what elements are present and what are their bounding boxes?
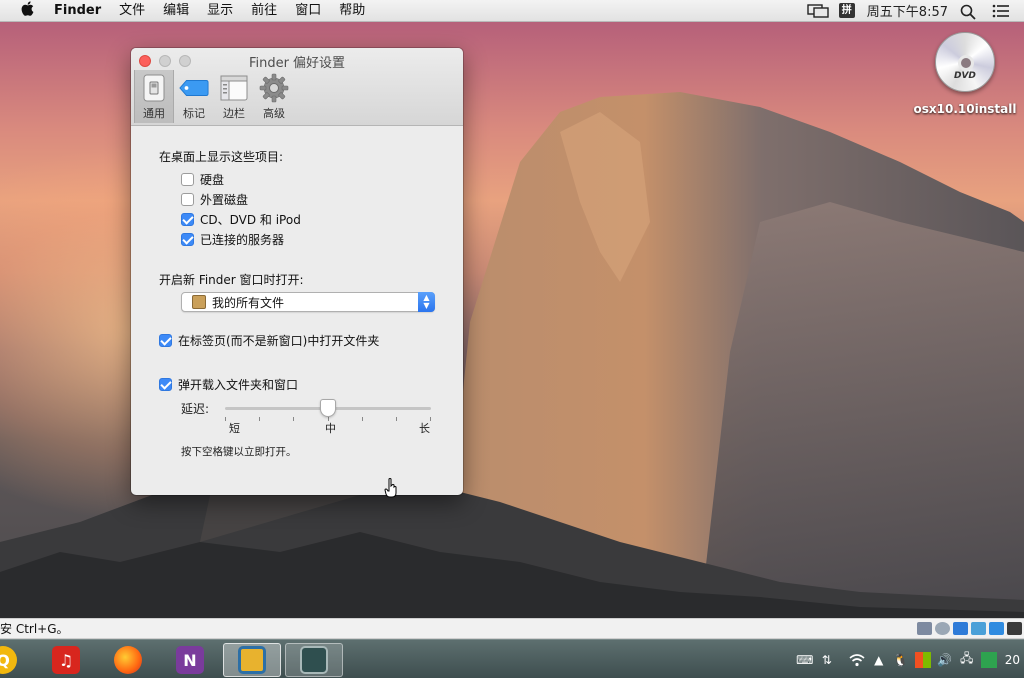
- onenote-button[interactable]: N: [161, 643, 219, 677]
- new-window-value: 我的所有文件: [212, 295, 285, 310]
- open-in-tabs-checkbox[interactable]: [159, 333, 172, 347]
- menu-finder[interactable]: Finder: [52, 0, 110, 22]
- show-hidden-icons-icon[interactable]: ▲: [871, 652, 887, 668]
- slider-short-label: 短: [229, 422, 240, 435]
- input-method-icon[interactable]: 拼: [838, 3, 855, 18]
- preferences-content: 在桌面上显示这些项目: 硬盘 外置磁盘 CD、DVD 和 iPod 已连接的服务…: [131, 126, 463, 494]
- display-mirror-icon[interactable]: [807, 3, 829, 18]
- tab-general[interactable]: 通用: [134, 70, 174, 123]
- connected-servers-label: 已连接的服务器: [200, 232, 285, 247]
- vmware-button[interactable]: [223, 643, 281, 677]
- netease-music-icon: ♫: [52, 646, 80, 674]
- external-disks-label: 外置磁盘: [200, 192, 249, 207]
- input-switch-icon[interactable]: ⇅: [819, 652, 835, 668]
- firefox-button[interactable]: [99, 643, 157, 677]
- terminal-icon: [300, 646, 328, 674]
- hand-cursor-icon: [384, 478, 397, 498]
- window-title: Finder 偏好设置: [248, 56, 346, 71]
- firefox-icon: [114, 646, 142, 674]
- checkbox-spring-loaded[interactable]: 弹开载入文件夹和窗口: [159, 374, 435, 394]
- dvd-tag-label: DVD: [954, 71, 976, 81]
- menu-edit[interactable]: 编辑: [154, 0, 198, 22]
- system-tray: ⌨ ⇅ ▲ 🐧 🔊 🖧 20: [791, 640, 1024, 678]
- open-in-tabs-label: 在标签页(而不是新窗口)中打开文件夹: [178, 333, 380, 348]
- new-window-heading: 开启新 Finder 窗口时打开:: [159, 273, 304, 287]
- hard-disks-checkbox[interactable]: [181, 172, 194, 186]
- connected-servers-checkbox[interactable]: [181, 232, 194, 246]
- tab-tags[interactable]: 标记: [174, 70, 214, 123]
- spacebar-hint: 按下空格键以立即打开。: [181, 446, 297, 458]
- menu-file[interactable]: 文件: [110, 0, 154, 22]
- qq-music-button[interactable]: Q: [0, 643, 32, 677]
- spotlight-search-icon[interactable]: [960, 4, 980, 20]
- taskbar-clock[interactable]: 20: [1005, 653, 1020, 667]
- checkbox-external-disks[interactable]: 外置磁盘: [159, 189, 435, 209]
- tab-advanced-label: 高级: [263, 107, 285, 120]
- notification-center-icon[interactable]: [992, 4, 1012, 18]
- hard-disks-label: 硬盘: [200, 172, 225, 187]
- delay-slider-knob[interactable]: [320, 399, 336, 417]
- qq-icon[interactable]: 🐧: [893, 652, 909, 668]
- tab-general-label: 通用: [143, 107, 165, 120]
- monitor-icon[interactable]: [971, 622, 986, 635]
- menu-go[interactable]: 前往: [242, 0, 286, 22]
- settings-icon[interactable]: [1007, 622, 1022, 635]
- delay-label: 延迟:: [181, 401, 210, 416]
- all-my-files-icon: [192, 295, 206, 309]
- vmware-icon: [238, 646, 266, 674]
- tab-tags-label: 标记: [183, 107, 205, 120]
- checkbox-open-in-tabs[interactable]: 在标签页(而不是新窗口)中打开文件夹: [159, 330, 435, 350]
- dvd-disk-label[interactable]: osx10.10install: [912, 102, 1018, 116]
- network-icon[interactable]: [953, 622, 968, 635]
- slider-long-label: 长: [419, 422, 430, 435]
- menubar-clock[interactable]: 周五下午8:57: [867, 1, 948, 20]
- netease-music-button[interactable]: ♫: [37, 643, 95, 677]
- window-titlebar[interactable]: Finder 偏好设置 通用 标记 边栏 高级: [131, 48, 463, 126]
- checkbox-connected-servers[interactable]: 已连接的服务器: [159, 229, 435, 249]
- windows-taskbar: Q ♫ N ⌨ ⇅ ▲ 🐧 🔊 🖧 20: [0, 639, 1024, 678]
- tab-sidebar-label: 边栏: [223, 107, 245, 120]
- network-status-icon[interactable]: 🖧: [959, 651, 975, 668]
- delay-slider[interactable]: [225, 398, 431, 421]
- desktop-items-heading: 在桌面上显示这些项目:: [159, 150, 284, 164]
- checkbox-cds-dvds-ipods[interactable]: CD、DVD 和 iPod: [159, 209, 435, 229]
- preferences-toolbar: 通用 标记 边栏 高级: [134, 70, 294, 123]
- menu-bar: Finder 文件 编辑 显示 前往 窗口 帮助 拼 周五下午8:57: [0, 0, 1024, 22]
- tab-advanced[interactable]: 高级: [254, 70, 294, 123]
- menu-window[interactable]: 窗口: [286, 0, 330, 22]
- wifi-icon[interactable]: [849, 652, 865, 668]
- sidebar-icon: [219, 74, 249, 102]
- menu-view[interactable]: 显示: [198, 0, 242, 22]
- ime-hint-bar: 安 Ctrl+G。: [0, 618, 1024, 639]
- tab-sidebar[interactable]: 边栏: [214, 70, 254, 123]
- slider-mid-label: 中: [325, 422, 336, 435]
- hdd-icon[interactable]: [917, 622, 932, 635]
- menu-help[interactable]: 帮助: [330, 0, 374, 22]
- finder-preferences-window: Finder 偏好设置 通用 标记 边栏 高级 在桌面上显示这些项目: 硬盘 外…: [131, 48, 463, 495]
- spring-loaded-label: 弹开载入文件夹和窗口: [178, 377, 299, 392]
- cd-icon[interactable]: [935, 622, 950, 635]
- spring-loaded-checkbox[interactable]: [159, 377, 172, 391]
- gear-icon: [259, 73, 289, 103]
- apple-logo-icon[interactable]: [16, 1, 38, 20]
- external-disks-checkbox[interactable]: [181, 192, 194, 206]
- qq-music-icon: Q: [0, 646, 17, 674]
- onenote-icon: N: [176, 646, 204, 674]
- cds-dvds-ipods-checkbox[interactable]: [181, 212, 194, 226]
- general-switch-icon: [139, 74, 169, 102]
- checkbox-hard-disks[interactable]: 硬盘: [159, 169, 435, 189]
- shield-icon[interactable]: [989, 622, 1004, 635]
- security-icon[interactable]: [980, 651, 997, 668]
- dvd-disk-icon[interactable]: DVD: [935, 32, 995, 92]
- new-window-popup[interactable]: 我的所有文件 ▲ ▼: [181, 292, 435, 312]
- terminal-button[interactable]: [285, 643, 343, 677]
- cds-dvds-ipods-label: CD、DVD 和 iPod: [200, 212, 301, 227]
- keyboard-icon[interactable]: ⌨: [796, 652, 813, 668]
- popup-arrows-icon: ▲ ▼: [418, 292, 435, 312]
- office-icon[interactable]: [914, 651, 931, 668]
- tag-icon: [179, 74, 209, 102]
- ime-hint-text: 安 Ctrl+G。: [0, 622, 69, 636]
- speaker-icon[interactable]: 🔊: [937, 652, 953, 668]
